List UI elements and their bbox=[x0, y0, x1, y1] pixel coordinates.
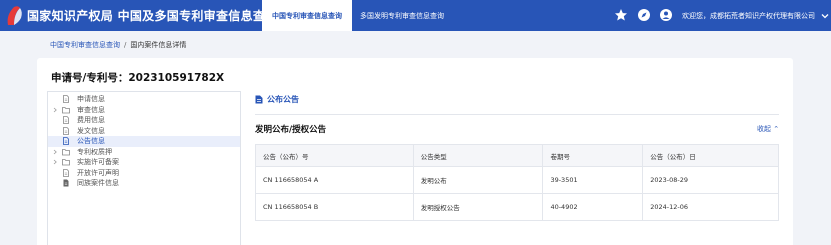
collapse-button[interactable]: 收起 ⌃ bbox=[757, 124, 779, 134]
user-account-icon[interactable] bbox=[659, 8, 673, 22]
document-icon bbox=[63, 126, 69, 135]
compass-icon[interactable] bbox=[637, 8, 651, 22]
tree-item-label: 发文信息 bbox=[77, 126, 105, 135]
tree-item-label: 费用信息 bbox=[77, 116, 105, 124]
table-cell: 39-3501 bbox=[542, 166, 644, 194]
folder-icon bbox=[62, 148, 70, 155]
column-header: 卷期号 bbox=[542, 144, 644, 167]
application-number: 申请号/专利号：202310591782X bbox=[51, 72, 225, 84]
tree-item-label: 申请信息 bbox=[77, 95, 105, 103]
column-header: 公告类型 bbox=[412, 144, 544, 167]
tree-item-label: 实施许可备案 bbox=[77, 158, 119, 166]
table-cell: 40-4902 bbox=[542, 193, 644, 221]
tree-item-application-info[interactable]: 申请信息 bbox=[48, 94, 240, 105]
tree-item-license-filing[interactable]: 实施许可备案 bbox=[48, 157, 240, 168]
table-row: CN 116658054 A 发明公布 39-3501 2023-08-29 bbox=[255, 166, 779, 194]
section-divider bbox=[255, 114, 779, 115]
tree-item-fee-info[interactable]: 费用信息 bbox=[48, 115, 240, 126]
tab-multi-country-query[interactable]: 多国发明专利审查信息查询 bbox=[360, 0, 444, 31]
sub-title: 发明公布/授权公告 bbox=[255, 125, 327, 135]
table-header-row: 公告（公布）号 公告类型 卷期号 公告（公布）日 bbox=[255, 144, 779, 167]
tab-cn-patient-query[interactable]: 中国专利审查信息查询 bbox=[262, 0, 352, 31]
case-detail-card: 申请号/专利号：202310591782X 申请信息 审查信息 费用信息 发文信… bbox=[37, 58, 793, 245]
top-header-bar: 国家知识产权局 中国及多国专利审查信息查询 中国专利审查信息查询 多国发明专利审… bbox=[0, 0, 831, 31]
site-title: 国家知识产权局 中国及多国专利审查信息查询 bbox=[27, 9, 278, 23]
tree-item-label: 审查信息 bbox=[77, 105, 105, 114]
document-icon bbox=[63, 95, 69, 103]
info-tree: 申请信息 审查信息 费用信息 发文信息 公告信息 专利权质押 实施许可备案 开放… bbox=[47, 91, 241, 245]
document-icon bbox=[63, 137, 69, 145]
tree-item-label: 专利权质押 bbox=[77, 147, 112, 156]
tree-item-label: 公告信息 bbox=[77, 137, 105, 145]
announcement-doc-icon bbox=[255, 95, 263, 104]
cnipa-logo-icon bbox=[7, 6, 22, 25]
tree-item-examination-info[interactable]: 审查信息 bbox=[48, 105, 240, 116]
tree-item-open-license[interactable]: 开放许可声明 bbox=[48, 168, 240, 179]
column-header: 公告（公布）号 bbox=[255, 144, 414, 167]
breadcrumb-link-cn-query[interactable]: 中国专利审查信息查询 bbox=[50, 41, 120, 49]
chevron-right-icon[interactable] bbox=[52, 107, 58, 113]
table-cell: CN 116658054 A bbox=[255, 166, 414, 194]
document-icon bbox=[63, 116, 69, 124]
section-title-label: 公布公告 bbox=[267, 95, 299, 104]
tree-item-patent-pledge[interactable]: 专利权质押 bbox=[48, 147, 240, 158]
table-cell: 发明授权公告 bbox=[412, 193, 544, 221]
tree-item-label: 同族案件信息 bbox=[77, 179, 119, 187]
document-filled-icon bbox=[63, 179, 69, 187]
breadcrumb-separator: / bbox=[124, 41, 127, 49]
breadcrumb-current: 国内案件信息详情 bbox=[130, 41, 187, 49]
announcement-table: 公告（公布）号 公告类型 卷期号 公告（公布）日 CN 116658054 A … bbox=[255, 144, 779, 221]
table-cell: 2023-08-29 bbox=[642, 166, 779, 194]
column-header: 公告（公布）日 bbox=[642, 144, 779, 167]
welcome-text: 欢迎您，成都拓荒者知识产权代理有限公司 bbox=[682, 11, 815, 20]
tree-item-label: 开放许可声明 bbox=[77, 168, 119, 177]
document-icon bbox=[63, 168, 69, 177]
breadcrumb: 中国专利审查信息查询 / 国内案件信息详情 bbox=[50, 40, 186, 50]
chevron-right-icon[interactable] bbox=[52, 159, 58, 165]
folder-icon bbox=[62, 159, 70, 166]
chevron-right-icon[interactable] bbox=[52, 149, 58, 155]
star-icon[interactable] bbox=[614, 8, 628, 22]
section-title: 公布公告 bbox=[255, 94, 299, 105]
table-row: CN 116658054 B 发明授权公告 40-4902 2024-12-06 bbox=[255, 193, 779, 221]
chevron-down-icon[interactable] bbox=[821, 12, 829, 20]
table-cell: 发明公布 bbox=[412, 166, 544, 194]
folder-icon bbox=[62, 106, 70, 113]
tree-item-dispatch-info[interactable]: 发文信息 bbox=[48, 126, 240, 137]
table-cell: CN 116658054 B bbox=[255, 193, 414, 221]
tree-item-announcement-info[interactable]: 公告信息 bbox=[48, 136, 240, 147]
table-cell: 2024-12-06 bbox=[642, 193, 779, 221]
tree-item-family-cases[interactable]: 同族案件信息 bbox=[48, 178, 240, 189]
